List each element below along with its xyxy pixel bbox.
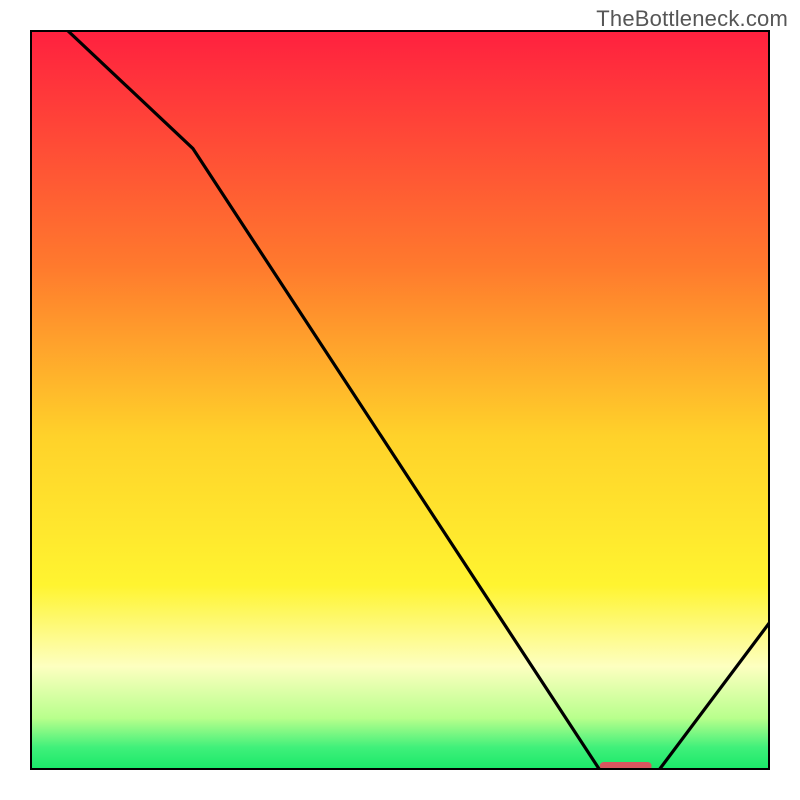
- chart-background: [30, 30, 770, 770]
- chart-svg: [30, 30, 770, 770]
- watermark-text: TheBottleneck.com: [596, 6, 788, 32]
- chart-plot: [30, 30, 770, 770]
